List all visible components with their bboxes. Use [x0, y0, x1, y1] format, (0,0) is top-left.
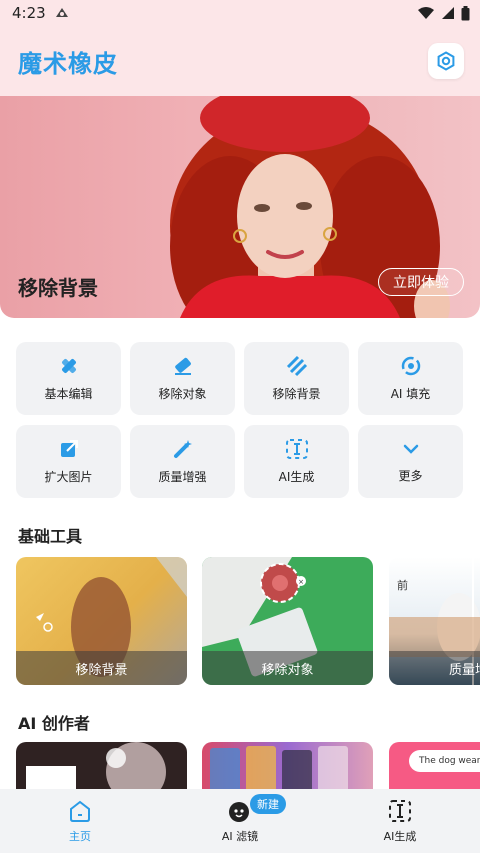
svg-text:×: × — [298, 578, 304, 586]
card-label: 移除背景 — [16, 651, 187, 685]
text-cursor-icon — [285, 439, 308, 459]
magic-wand-icon — [173, 440, 192, 458]
home-icon — [70, 800, 90, 822]
tool-remove-object[interactable]: 移除对象 — [130, 342, 235, 415]
signal-icon — [442, 7, 454, 19]
ai-creator-title: AI 创作者 — [18, 714, 90, 733]
wifi-icon — [418, 7, 434, 19]
ai-creator-card[interactable] — [16, 742, 187, 792]
status-bar: 4:23 — [0, 0, 480, 26]
basic-tools-title: 基础工具 — [18, 527, 83, 546]
app-title: 魔术橡皮 — [18, 50, 118, 78]
app-header: 魔术橡皮 — [0, 26, 480, 96]
tool-expand-image[interactable]: 扩大图片 — [16, 425, 121, 498]
hero-banner[interactable]: 移除背景 立即体验 — [0, 96, 480, 318]
tool-label: 质量增强 — [158, 470, 207, 484]
basic-tools-carousel[interactable]: 移除背景 × 移除对象 前 质量增强 — [16, 557, 480, 685]
status-icons — [417, 5, 470, 21]
tool-ai-fill[interactable]: AI 填充 — [358, 342, 463, 415]
expand-image-icon — [60, 440, 78, 457]
tool-ai-generate[interactable]: AI生成 — [244, 425, 349, 498]
nav-ai-generate[interactable]: AI生成 — [320, 789, 480, 853]
tool-quality-enhance[interactable]: 质量增强 — [130, 425, 235, 498]
basic-tool-card[interactable]: × 移除对象 — [202, 557, 373, 685]
hero-title: 移除背景 — [18, 276, 98, 300]
tool-label: 移除背景 — [272, 387, 321, 401]
ai-creator-carousel[interactable]: The dog wears — [16, 742, 480, 792]
status-time: 4:23 — [12, 4, 46, 22]
new-badge: 新建 — [250, 794, 286, 814]
try-now-button[interactable]: 立即体验 — [378, 268, 464, 296]
tool-remove-background[interactable]: 移除背景 — [244, 342, 349, 415]
tool-grid: 基本编辑 移除对象 移除背景 AI 填充 扩大图片 质量增强 AI生成 更多 — [16, 342, 464, 498]
tool-label: 基本编辑 — [44, 387, 93, 401]
prompt-bubble: The dog wears — [409, 750, 480, 772]
card-image — [26, 742, 166, 792]
tool-basic-edit[interactable]: 基本编辑 — [16, 342, 121, 415]
tool-label: 移除对象 — [158, 387, 207, 401]
basic-tool-card[interactable]: 前 质量增强 — [389, 557, 480, 685]
ai-creator-card[interactable] — [202, 742, 373, 792]
ai-creator-card[interactable]: The dog wears — [389, 742, 480, 792]
card-label: 质量增强 — [389, 651, 480, 685]
tool-label: 扩大图片 — [44, 470, 93, 484]
bottom-nav: 主页 AI 滤镜 AI生成 — [0, 789, 480, 853]
battery-icon — [461, 5, 470, 20]
stripes-icon — [286, 355, 307, 377]
nav-label: AI 滤镜 — [221, 830, 259, 843]
ai-fill-icon — [401, 356, 420, 376]
ai-generate-icon — [389, 800, 411, 822]
card-image — [210, 746, 348, 792]
eraser-icon — [174, 357, 191, 375]
nav-ai-filter[interactable]: AI 滤镜 — [160, 789, 320, 853]
settings-icon — [437, 51, 455, 71]
settings-button[interactable] — [428, 43, 464, 79]
tool-label: 更多 — [398, 469, 423, 483]
nav-home[interactable]: 主页 — [0, 789, 160, 853]
basic-edit-icon — [61, 359, 76, 373]
tool-label: AI生成 — [278, 470, 315, 484]
tool-label: AI 填充 — [390, 387, 431, 401]
tool-more[interactable]: 更多 — [358, 425, 463, 498]
before-badge: 前 — [397, 579, 408, 592]
basic-tool-card[interactable]: 移除背景 — [16, 557, 187, 685]
notification-icon — [54, 5, 70, 22]
nav-label: 主页 — [69, 830, 91, 843]
card-label: 移除对象 — [202, 651, 373, 685]
chevron-down-icon — [403, 444, 418, 454]
nav-label: AI生成 — [383, 830, 417, 843]
